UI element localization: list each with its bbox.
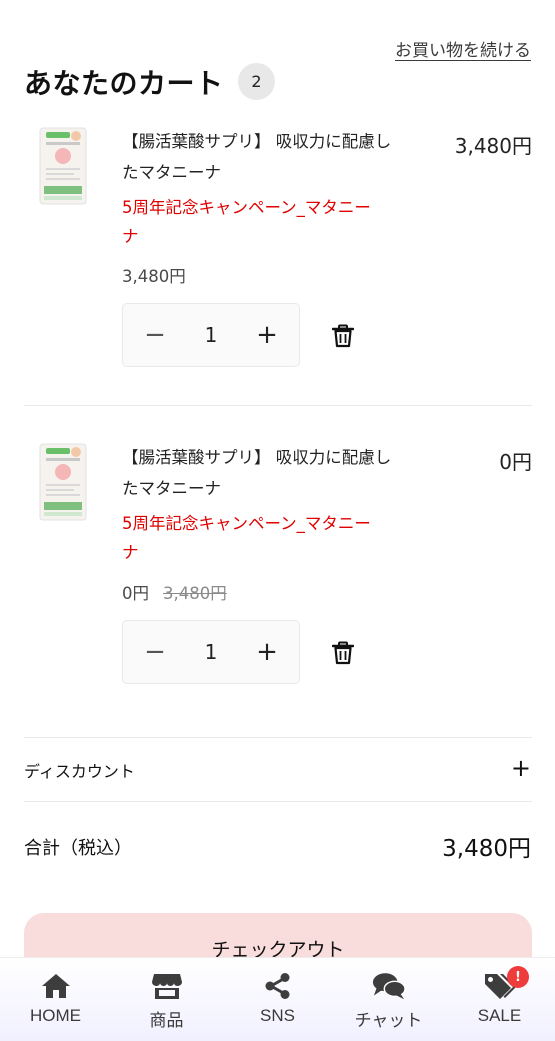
line-total: 3,480円 — [454, 134, 532, 158]
product-name-link[interactable]: 【腸活葉酸サプリ】 吸収力に配慮したマタニーナ — [122, 126, 392, 188]
campaign-label: 5周年記念キャンペーン_マタニーナ — [122, 198, 371, 246]
nav-item-sns[interactable]: SNS — [222, 958, 333, 1041]
nav-label: 商品 — [149, 1011, 184, 1030]
original-price: 3,480円 — [163, 584, 227, 603]
total-label: 合計（税込） — [24, 838, 132, 859]
product-name-link[interactable]: 【腸活葉酸サプリ】 吸収力に配慮したマタニーナ — [122, 442, 392, 504]
quantity-value[interactable]: 1 — [205, 323, 218, 347]
quantity-stepper: − 1 + — [122, 620, 300, 684]
nav-label: SNS — [260, 1006, 295, 1025]
home-icon — [39, 970, 73, 1002]
unit-price: 0円 3,480円 — [122, 580, 227, 604]
nav-label: SALE — [477, 1006, 522, 1025]
chat-icon — [372, 970, 406, 1002]
product-image[interactable] — [38, 126, 88, 206]
nav-item-products[interactable]: 商品 — [111, 958, 222, 1041]
nav-item-sale[interactable]: SALE ! — [444, 958, 555, 1041]
section-divider — [24, 801, 532, 802]
quantity-decrease-button[interactable]: − — [143, 322, 167, 348]
cart-item: 【腸活葉酸サプリ】 吸収力に配慮したマタニーナ 5周年記念キャンペーン_マタニー… — [24, 442, 532, 692]
cart-item: 【腸活葉酸サプリ】 吸収力に配慮したマタニーナ 5周年記念キャンペーン_マタニー… — [24, 126, 532, 376]
quantity-increase-button[interactable]: + — [255, 322, 279, 348]
share-icon — [261, 970, 295, 1002]
cart-count-badge: 2 — [238, 63, 275, 100]
discount-expand-button[interactable]: + — [511, 756, 531, 780]
section-divider — [24, 737, 532, 738]
unit-price: 3,480円 — [122, 263, 186, 287]
nav-item-chat[interactable]: チャット — [333, 958, 444, 1041]
nav-item-home[interactable]: HOME — [0, 958, 111, 1041]
sale-notification-badge: ! — [507, 966, 529, 988]
sale-price: 0円 — [122, 584, 149, 603]
quantity-value[interactable]: 1 — [205, 640, 218, 664]
nav-label: チャット — [354, 1011, 423, 1030]
cart-title: あなたのカート — [24, 67, 224, 100]
sale-price: 3,480円 — [122, 267, 186, 286]
line-total: 0円 — [499, 450, 532, 474]
quantity-decrease-button[interactable]: − — [143, 639, 167, 665]
continue-shopping-link[interactable]: お買い物を続ける — [395, 36, 531, 61]
discount-label[interactable]: ディスカウント — [24, 758, 135, 782]
trash-icon[interactable] — [332, 324, 354, 348]
quantity-stepper: − 1 + — [122, 303, 300, 367]
nav-label: HOME — [30, 1006, 81, 1025]
quantity-increase-button[interactable]: + — [255, 639, 279, 665]
total-value: 3,480円 — [442, 836, 531, 862]
product-image[interactable] — [38, 442, 88, 522]
trash-icon[interactable] — [332, 641, 354, 665]
store-icon — [150, 970, 184, 1002]
campaign-label: 5周年記念キャンペーン_マタニーナ — [122, 514, 371, 562]
item-divider — [24, 405, 532, 406]
bottom-nav: HOME 商品 SNS チャット SALE ! — [0, 957, 555, 1041]
